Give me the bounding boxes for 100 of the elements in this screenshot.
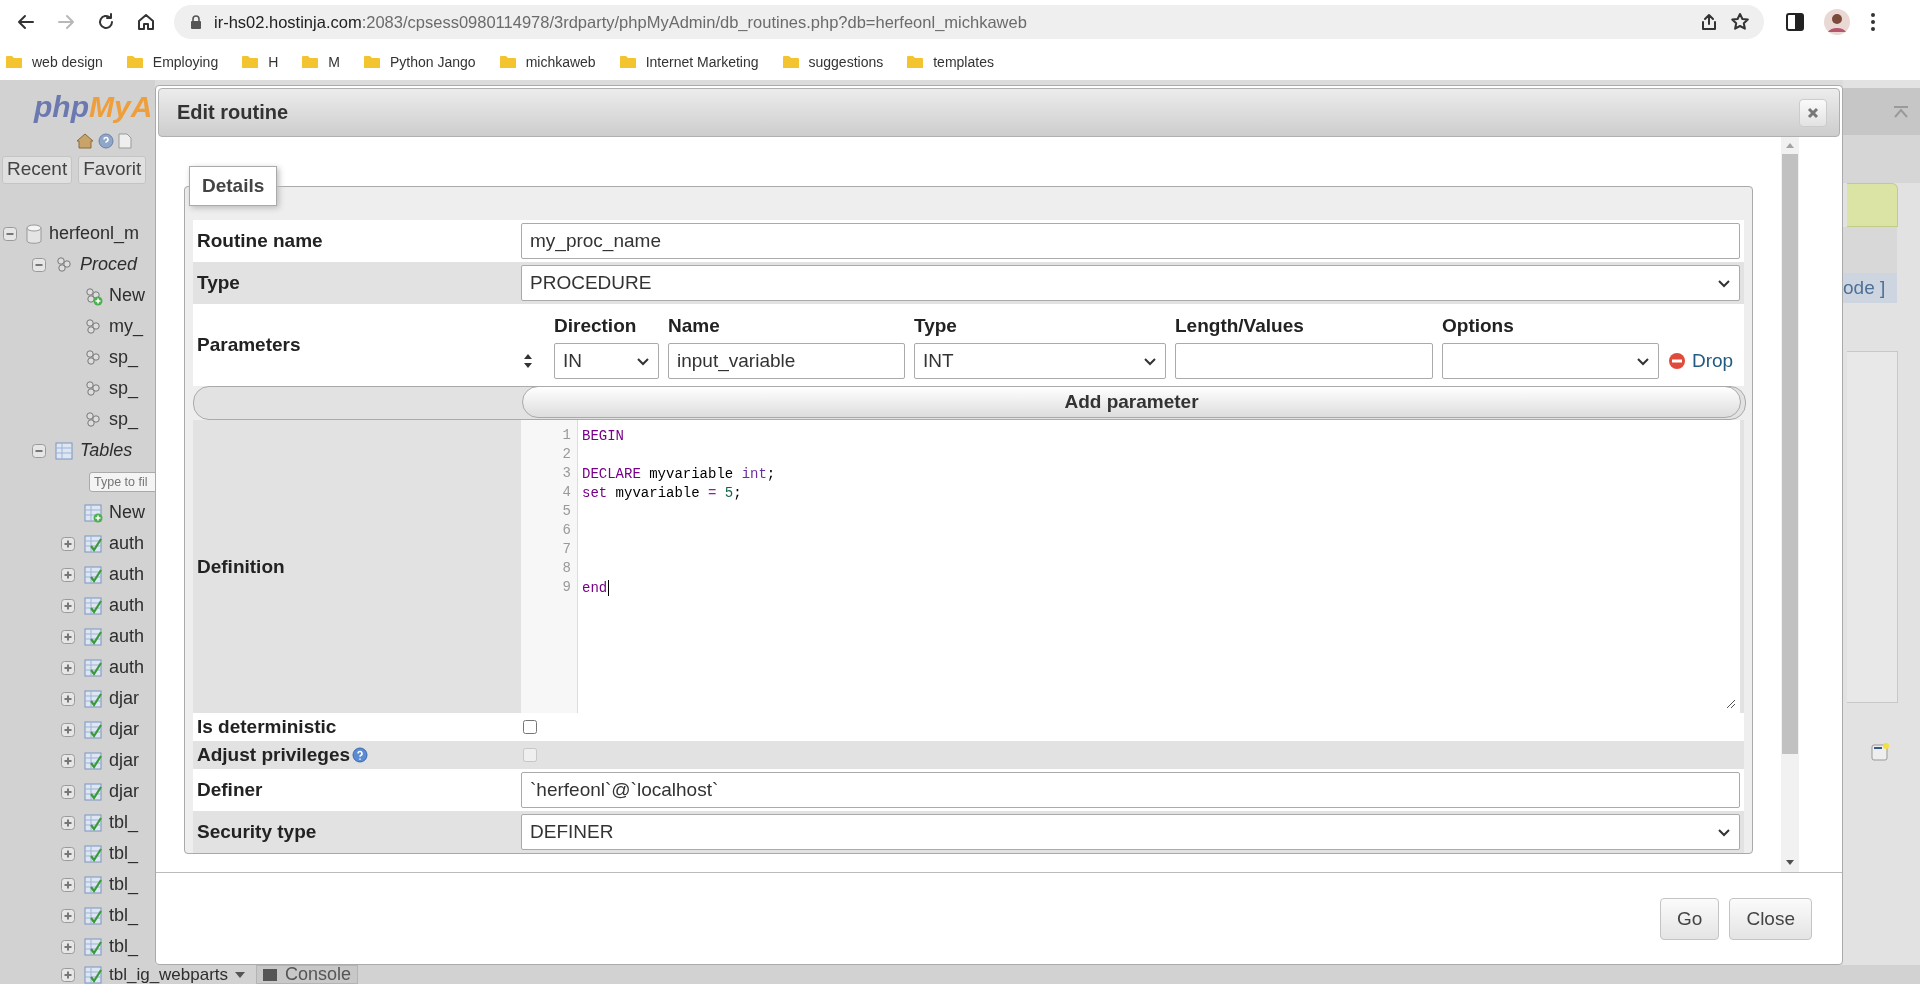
tree-item[interactable]: tbl_ — [109, 874, 139, 895]
resize-grip-icon[interactable] — [1726, 699, 1736, 709]
tree-item[interactable]: Proced — [80, 254, 138, 275]
chevron-icon — [1636, 356, 1650, 366]
tree-item[interactable]: my_ — [109, 316, 143, 337]
bookmark[interactable]: M — [302, 54, 340, 70]
dropdown[interactable]: IN — [554, 343, 659, 379]
expand-icon[interactable] — [61, 939, 75, 954]
tree-item[interactable]: auth — [109, 564, 145, 585]
tree-item[interactable]: djar — [109, 688, 139, 709]
text-field[interactable]: my_proc_name — [521, 223, 1740, 259]
sidebar-tab[interactable]: Favorit — [78, 156, 147, 184]
tree-item[interactable]: auth — [109, 595, 145, 616]
tree-item[interactable]: tbl_ig_webparts — [109, 965, 229, 984]
tree-item[interactable]: Tables — [80, 440, 133, 461]
table-icon — [83, 719, 103, 740]
home-icon[interactable] — [136, 12, 156, 32]
tree-item[interactable]: tbl_ — [109, 905, 139, 926]
expand-icon[interactable] — [61, 908, 75, 923]
note-icon[interactable] — [1871, 743, 1889, 761]
dialog-title: Edit routine — [177, 101, 289, 124]
tree-item[interactable]: sp_ — [109, 347, 139, 368]
panel-legend: Details — [189, 166, 278, 206]
tree-item[interactable]: djar — [109, 781, 139, 802]
checkbox[interactable] — [523, 719, 537, 734]
expand-icon[interactable] — [61, 660, 75, 675]
add-parameter-button[interactable]: Add parameter — [522, 386, 1741, 418]
expand-icon[interactable] — [61, 598, 75, 613]
dropdown[interactable]: DEFINER — [521, 814, 1740, 850]
tree-item[interactable]: New — [109, 502, 145, 523]
expand-icon[interactable] — [61, 629, 75, 644]
expand-icon[interactable] — [61, 877, 75, 892]
tree-item[interactable]: djar — [109, 750, 139, 771]
tree-item[interactable]: New — [109, 285, 145, 306]
bookmark[interactable]: web design — [6, 54, 103, 70]
bookmark[interactable]: suggestions — [782, 54, 884, 70]
text-field[interactable] — [1175, 343, 1433, 379]
dialog-button[interactable]: Close — [1729, 897, 1812, 940]
drag-handle-icon[interactable] — [523, 353, 533, 369]
bookmark[interactable]: H — [242, 54, 279, 70]
dropdown[interactable] — [1442, 343, 1659, 379]
expand-icon[interactable] — [61, 691, 75, 706]
collapse-icon[interactable] — [3, 226, 17, 241]
collapse-icon[interactable] — [32, 257, 46, 272]
expand-icon[interactable] — [61, 815, 75, 830]
bookmark[interactable]: templates — [907, 54, 994, 70]
bookmark[interactable]: Internet Marketing — [619, 54, 759, 70]
column-header: Type — [914, 315, 958, 337]
collapse-icon[interactable] — [32, 443, 46, 458]
tree-item[interactable]: auth — [109, 657, 145, 678]
address-bar[interactable]: ir-hs02.hostinja.com:2083/cpsess0980114978/3rdparty/phpMyAdmin/db_routines.php?db=herfeonl_michkaweb — [174, 5, 1764, 39]
reload-icon[interactable] — [96, 12, 116, 32]
expand-icon[interactable] — [61, 536, 75, 551]
tree-item[interactable]: auth — [109, 626, 145, 647]
bookmark[interactable]: michkaweb — [499, 54, 596, 70]
dialog-button[interactable]: Go — [1660, 897, 1720, 940]
dropdown[interactable]: PROCEDURE — [521, 265, 1740, 301]
tree-item[interactable]: tbl_ — [109, 936, 139, 957]
scrollbar[interactable] — [1781, 137, 1799, 872]
expand-icon[interactable] — [61, 567, 75, 582]
bookmark[interactable]: Employing — [126, 54, 219, 70]
bookmark[interactable]: Python Jango — [364, 54, 476, 70]
field-label: Parameters — [197, 334, 301, 356]
back-icon[interactable] — [16, 12, 36, 32]
dropdown[interactable]: INT — [914, 343, 1166, 379]
side-panel-icon[interactable] — [1786, 13, 1804, 31]
tree-item[interactable]: tbl_ — [109, 843, 139, 864]
tree-item[interactable]: tbl_ — [109, 812, 139, 833]
table-icon — [83, 781, 103, 802]
tree-item[interactable]: sp_ — [109, 409, 139, 430]
code-editor[interactable]: 1 2 3 4 5 6 7 8 9 BEGIN DECLARE myvariable int; set myvariable = 5; end — [521, 420, 1740, 713]
star-icon[interactable] — [1730, 12, 1750, 32]
filter-field[interactable]: Type to fil — [89, 471, 155, 492]
tree-item[interactable]: auth — [109, 533, 145, 554]
document-icon[interactable] — [118, 133, 132, 149]
text-field[interactable]: `herfeonl`@`localhost` — [521, 772, 1740, 808]
help-icon[interactable] — [98, 133, 114, 149]
drop-link[interactable]: Drop — [1668, 350, 1740, 372]
tree-item[interactable]: djar — [109, 719, 139, 740]
sidebar-tab[interactable]: Recent — [2, 156, 73, 184]
expand-icon[interactable] — [61, 784, 75, 799]
caret-icon[interactable] — [234, 970, 247, 979]
share-icon[interactable] — [1700, 13, 1718, 31]
expand-icon[interactable] — [61, 846, 75, 861]
expand-icon[interactable] — [61, 722, 75, 737]
tree-item[interactable]: sp_ — [109, 378, 139, 399]
tree-item[interactable]: herfeonl_m — [49, 223, 140, 244]
avatar-icon[interactable] — [1824, 9, 1850, 35]
close-button[interactable] — [1799, 98, 1827, 127]
menu-icon[interactable] — [1870, 12, 1876, 32]
remove-icon — [1668, 352, 1686, 370]
expand-icon[interactable] — [61, 967, 75, 982]
table-icon — [83, 874, 103, 895]
table-icon — [83, 812, 103, 833]
url-text: ir-hs02.hostinja.com:2083/cpsess0980114978/3rdparty/phpMyAdmin/db_routines.php?db=herfeonl_michkaweb — [214, 12, 1028, 32]
field-label: Routine name — [197, 230, 323, 252]
text-field[interactable]: input_variable — [668, 343, 905, 379]
console-tab[interactable]: Console — [256, 965, 359, 984]
table-icon — [83, 965, 103, 984]
expand-icon[interactable] — [61, 753, 75, 768]
